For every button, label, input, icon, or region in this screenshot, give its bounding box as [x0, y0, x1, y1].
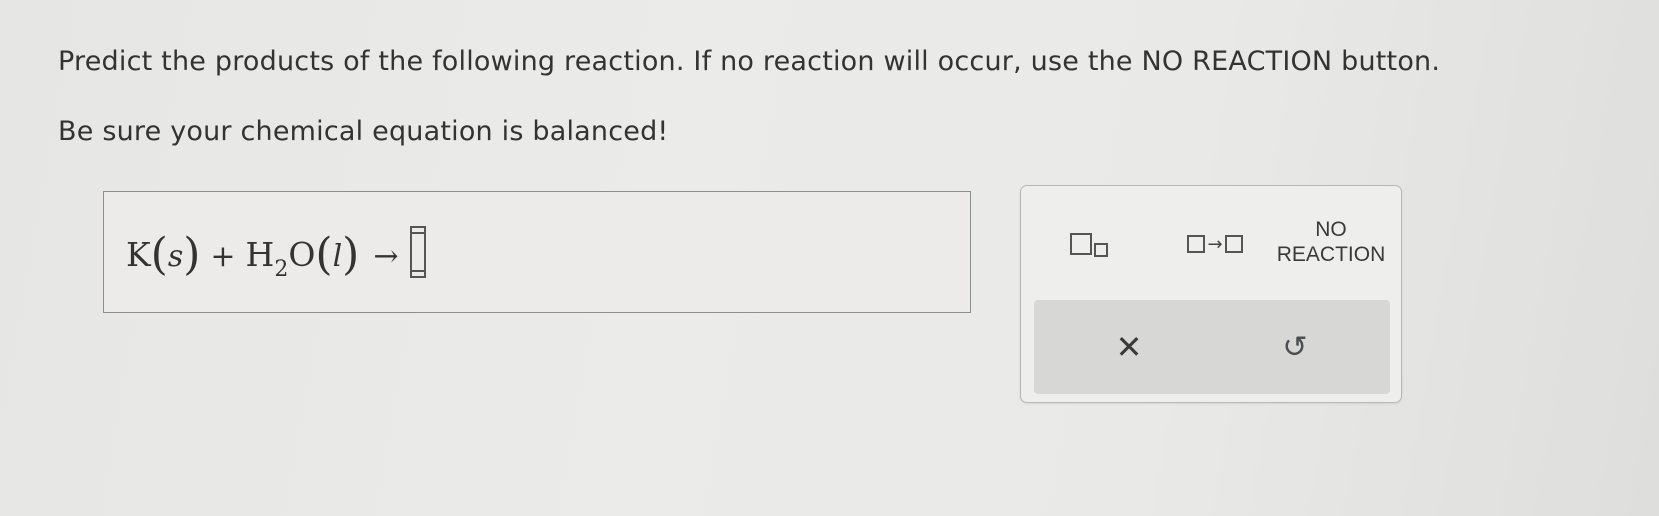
- chemical-equation: K (s) + H2O (l) →: [126, 214, 427, 282]
- state-solid: s: [167, 239, 184, 274]
- close-icon: ✕: [1115, 328, 1143, 366]
- no-reaction-label-line2: REACTION: [1276, 243, 1386, 266]
- reactant-hydrogen: H: [245, 235, 275, 274]
- reactant-oxygen: O: [288, 235, 316, 274]
- product-box-icon: [1224, 235, 1243, 253]
- reaction-arrow-button[interactable]: →: [1173, 228, 1257, 260]
- arrow-glyph: →: [1207, 233, 1223, 255]
- close-paren: ): [342, 229, 360, 280]
- subscript-icon: [1070, 233, 1092, 255]
- equation-tool-panel: → NO REACTION ✕ ↺: [1020, 185, 1402, 403]
- reaction-arrow: →: [373, 239, 399, 274]
- subscript-button[interactable]: [1063, 228, 1115, 260]
- clear-button[interactable]: ✕: [1094, 320, 1164, 374]
- reaction-arrow-icon: [1187, 235, 1206, 253]
- state-liquid: l: [332, 239, 343, 274]
- no-reaction-label-line1: NO: [1315, 218, 1347, 241]
- open-paren: (: [315, 229, 333, 280]
- subscript-small-box: [1094, 243, 1108, 257]
- equation-answer-box[interactable]: K (s) + H2O (l) →: [103, 191, 971, 313]
- action-bar: ✕ ↺: [1034, 300, 1390, 394]
- plus-sign: +: [210, 239, 236, 274]
- undo-icon: ↺: [1282, 329, 1308, 365]
- instruction-text: Predict the products of the following re…: [58, 46, 1441, 77]
- product-input-slot[interactable]: [410, 226, 427, 278]
- instruction-balance-text: Be sure your chemical equation is balanc…: [58, 116, 669, 147]
- reactant-potassium: K: [126, 235, 151, 274]
- no-reaction-button[interactable]: NO REACTION: [1271, 214, 1391, 270]
- close-paren: ): [183, 229, 201, 280]
- subscript-two: 2: [274, 257, 289, 282]
- open-paren: (: [150, 229, 168, 280]
- undo-button[interactable]: ↺: [1260, 320, 1330, 374]
